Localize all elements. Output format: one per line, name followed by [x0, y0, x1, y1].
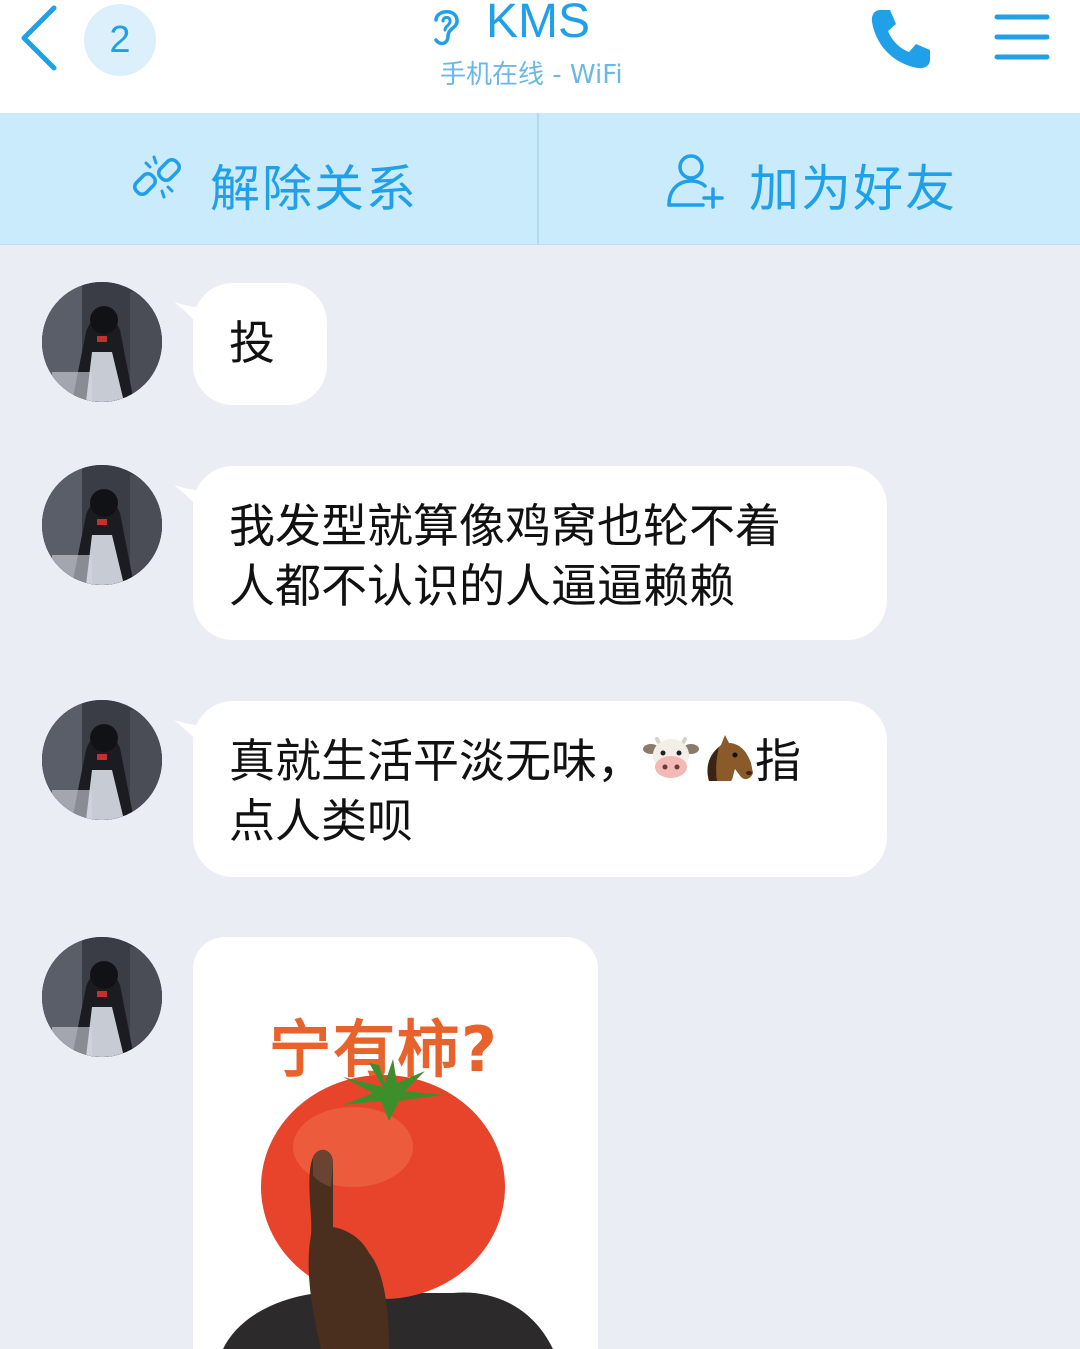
sender-avatar[interactable]: [42, 937, 162, 1057]
avatar-image: [42, 465, 162, 585]
contact-name: KMS: [486, 0, 591, 48]
message-bubble[interactable]: 投: [193, 283, 327, 405]
message-text-line: 点人类呗: [229, 794, 413, 848]
message-text-line: 真就生活平淡无味， 指: [229, 731, 851, 791]
add-friend-label: 加为好友: [749, 160, 957, 218]
unlink-relationship-button[interactable]: 解除关系: [0, 113, 539, 244]
chat-header: 2 KMS 手机在线 - WiFi: [0, 0, 1080, 113]
cow-face-icon: [643, 737, 699, 778]
sender-avatar[interactable]: [42, 465, 162, 585]
message-bubble[interactable]: 真就生活平淡无味， 指 点人类呗: [193, 701, 887, 877]
message-bubble[interactable]: 我发型就算像鸡窝也轮不着 人都不认识的人逼逼赖赖: [193, 466, 887, 640]
message-text-line: 人都不认识的人逼逼赖赖: [229, 559, 735, 613]
message-text: 指: [755, 734, 801, 788]
sender-avatar[interactable]: [42, 282, 162, 402]
message-text: 投: [229, 316, 275, 370]
avatar-image: [42, 700, 162, 820]
menu-button[interactable]: [994, 12, 1050, 62]
call-button[interactable]: [868, 6, 934, 72]
avatar-image: [42, 937, 162, 1057]
broken-link-icon: [133, 155, 181, 199]
tomato-head-illustration: [223, 1059, 553, 1349]
back-button[interactable]: [12, 2, 70, 72]
hamburger-menu-icon: [994, 14, 1050, 60]
message-text-line: 我发型就算像鸡窝也轮不着: [229, 499, 781, 553]
online-status: 手机在线 - WiFi: [440, 60, 623, 90]
sticker-message[interactable]: 宁有柿?: [193, 937, 598, 1349]
avatar-image: [42, 282, 162, 402]
horse-face-icon: [707, 735, 753, 781]
add-user-icon: [667, 154, 724, 209]
ear-icon: [434, 10, 459, 46]
message-text: 真就生活平淡无味，: [229, 734, 643, 788]
unlink-label: 解除关系: [210, 160, 418, 218]
phone-icon: [871, 10, 930, 69]
sender-avatar[interactable]: [42, 700, 162, 820]
relationship-action-bar: 解除关系 加为好友: [0, 113, 1080, 245]
add-friend-button[interactable]: 加为好友: [541, 113, 1080, 244]
chat-title-area[interactable]: KMS 手机在线 - WiFi: [390, 0, 690, 100]
unread-count-badge[interactable]: 2: [84, 4, 156, 76]
chevron-left-icon: [21, 5, 57, 71]
